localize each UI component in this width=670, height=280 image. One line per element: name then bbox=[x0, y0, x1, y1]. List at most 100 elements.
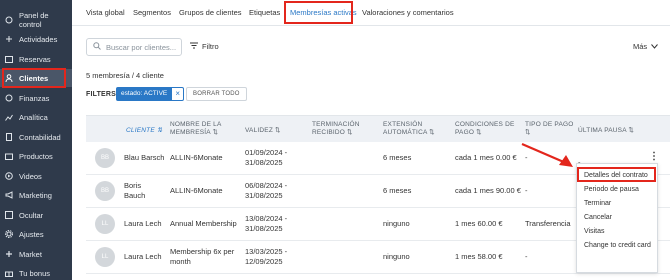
clear-all-button[interactable]: BORRAR TODO bbox=[186, 87, 247, 101]
menu-item-visits[interactable]: Visitas bbox=[577, 225, 659, 239]
sidebar-item-label: Actividades bbox=[19, 34, 58, 44]
hide-icon bbox=[5, 211, 13, 219]
membership-line-1: Membership 6x per bbox=[170, 247, 235, 256]
sidebar-item-label: Ajustes bbox=[19, 229, 44, 239]
sidebar-item-finances[interactable]: Finanzas bbox=[0, 89, 72, 107]
sidebar-item-hide[interactable]: Ocultar bbox=[0, 206, 72, 224]
euro-icon bbox=[5, 94, 13, 102]
membership-name: ALLIN-6Monate bbox=[170, 153, 223, 162]
payment-type: Transferencia bbox=[525, 219, 571, 228]
search-icon bbox=[93, 42, 101, 52]
header-text: ÚLTIMA PAUSA bbox=[578, 127, 627, 134]
sidebar-item-videos[interactable]: Videos bbox=[0, 167, 72, 185]
client-name[interactable]: Boris Bauch bbox=[124, 181, 145, 201]
header-text: RECIBIDO bbox=[312, 129, 346, 136]
header-membership[interactable]: NOMBRE DE LA MEMBRESÍA ⇅ bbox=[170, 121, 222, 137]
more-menu[interactable]: Más bbox=[633, 42, 659, 51]
sidebar-item-products[interactable]: Productos bbox=[0, 147, 72, 165]
payment-type: - bbox=[525, 186, 528, 195]
header-payment-type[interactable]: TIPO DE PAGO ⇅ bbox=[525, 121, 574, 137]
more-label: Más bbox=[633, 42, 648, 51]
header-client-label: CLIENTE bbox=[126, 127, 155, 134]
sidebar-item-label: Market bbox=[19, 249, 42, 259]
tab-reviews[interactable]: Valoraciones y comentarios bbox=[362, 8, 454, 17]
header-last-pause[interactable]: ÚLTIMA PAUSA ⇅ bbox=[578, 127, 634, 135]
extension: 6 meses bbox=[383, 186, 412, 195]
menu-item-pause-period[interactable]: Periodo de pausa bbox=[577, 183, 659, 197]
membership-name: Annual Membership bbox=[170, 219, 237, 228]
sidebar-item-activities[interactable]: Actividades bbox=[0, 30, 72, 48]
sidebar-item-bonus[interactable]: Tu bonus bbox=[0, 264, 72, 280]
highlight-box-clients bbox=[2, 68, 66, 88]
menu-item-cancel[interactable]: Cancelar bbox=[577, 211, 659, 225]
payment-conditions: cada 1 mes 90.00 € bbox=[455, 186, 521, 195]
sidebar: Panel de control Actividades Reservas Cl… bbox=[0, 0, 72, 280]
close-icon[interactable]: × bbox=[172, 87, 185, 101]
search-input[interactable]: Buscar por clientes... bbox=[86, 38, 182, 56]
table-header: CLIENTE ⇅ NOMBRE DE LA MEMBRESÍA ⇅ VALIDE… bbox=[86, 115, 670, 142]
tab-tags[interactable]: Etiquetas bbox=[249, 8, 280, 17]
avatar: BB bbox=[95, 181, 115, 201]
header-text: NOMBRE DE LA bbox=[170, 121, 222, 128]
sidebar-item-label: Panel de control bbox=[19, 11, 49, 29]
validity-start: 06/08/2024 - bbox=[245, 181, 288, 190]
sidebar-item-label: Finanzas bbox=[19, 93, 50, 103]
header-text: PAGO bbox=[455, 129, 475, 136]
validity-end: 31/08/2025 bbox=[245, 158, 283, 167]
sidebar-item-label: Analítica bbox=[19, 112, 48, 122]
avatar: LL bbox=[95, 214, 115, 234]
sidebar-item-label: Tu bonus bbox=[19, 268, 50, 278]
sidebar-item-reservations[interactable]: Reservas bbox=[0, 50, 72, 68]
filters-label: FILTERS bbox=[86, 91, 117, 98]
header-text: VALIDEZ bbox=[245, 127, 274, 134]
calendar-icon bbox=[5, 55, 13, 63]
sidebar-item-analytics[interactable]: Analítica bbox=[0, 108, 72, 126]
sidebar-item-label: Videos bbox=[19, 171, 42, 181]
validity-start: 01/09/2024 - bbox=[245, 148, 288, 157]
header-extension[interactable]: EXTENSIÓN AUTOMÁTICA ⇅ bbox=[383, 121, 435, 137]
header-termination[interactable]: TERMINACIÓN RECIBIDO ⇅ bbox=[312, 121, 360, 137]
header-client[interactable]: CLIENTE ⇅ bbox=[126, 127, 163, 135]
payment-conditions: 1 mes 60.00 € bbox=[455, 219, 503, 228]
menu-item-change-card[interactable]: Change to credit card bbox=[577, 239, 659, 253]
menu-item-terminate[interactable]: Terminar bbox=[577, 197, 659, 211]
tab-segments[interactable]: Segmentos bbox=[133, 8, 171, 17]
header-text: MEMBRESÍA bbox=[170, 129, 211, 136]
validity-end: 31/08/2025 bbox=[245, 191, 283, 200]
dashboard-icon bbox=[5, 16, 13, 24]
validity-end: 31/08/2025 bbox=[245, 224, 283, 233]
client-name[interactable]: Laura Lech bbox=[124, 219, 162, 229]
validity: 13/08/2024 -31/08/2025 bbox=[245, 214, 287, 234]
validity: 13/03/2025 -12/09/2025 bbox=[245, 247, 287, 267]
box-icon bbox=[5, 152, 13, 160]
tab-client-groups[interactable]: Grupos de clientes bbox=[179, 8, 242, 17]
header-validity[interactable]: VALIDEZ ⇅ bbox=[245, 127, 281, 135]
sidebar-item-label: Reservas bbox=[19, 54, 51, 64]
extension: ninguno bbox=[383, 219, 410, 228]
tab-overview[interactable]: Vista global bbox=[86, 8, 125, 17]
sidebar-item-accounting[interactable]: Contabilidad bbox=[0, 128, 72, 146]
filter-icon bbox=[190, 42, 198, 51]
row-actions-icon[interactable]: ⋮ bbox=[649, 151, 659, 162]
tab-bar: Vista global Segmentos Grupos de cliente… bbox=[72, 0, 670, 26]
client-last-name: Bauch bbox=[124, 191, 146, 200]
sidebar-item-dashboard[interactable]: Panel de control bbox=[0, 11, 72, 29]
payment-type: - bbox=[525, 252, 528, 261]
filter-label: Filtro bbox=[202, 42, 219, 51]
filter-button[interactable]: Filtro bbox=[190, 42, 219, 51]
membership-name: Membership 6x per month bbox=[170, 247, 234, 267]
sidebar-item-settings[interactable]: Ajustes bbox=[0, 225, 72, 243]
megaphone-icon bbox=[5, 191, 13, 199]
client-name[interactable]: Laura Lech bbox=[124, 252, 162, 262]
client-name[interactable]: Blau Barsch bbox=[124, 153, 164, 163]
sidebar-item-market[interactable]: Market bbox=[0, 245, 72, 263]
payment-conditions: 1 mes 58.00 € bbox=[455, 252, 503, 261]
sidebar-item-marketing[interactable]: Marketing bbox=[0, 186, 72, 204]
header-payment-conditions[interactable]: CONDICIONES DE PAGO ⇅ bbox=[455, 121, 515, 137]
filter-chip-label: estado: ACTIVE bbox=[116, 87, 173, 101]
highlight-box-tab bbox=[284, 1, 353, 24]
sidebar-item-label: Contabilidad bbox=[19, 132, 61, 142]
sidebar-item-label: Productos bbox=[19, 151, 53, 161]
annotation-arrow-icon bbox=[521, 142, 573, 167]
extension: ninguno bbox=[383, 252, 410, 261]
